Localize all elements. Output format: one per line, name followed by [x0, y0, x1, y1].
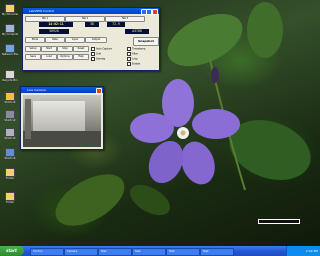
timestamp-checkbox[interactable]: Timestamp — [127, 47, 145, 51]
overlay-checkbox[interactable]: Overlay — [91, 57, 105, 61]
clock[interactable]: 2:02 PM — [306, 249, 318, 253]
computer-icon — [5, 24, 15, 33]
network-icon — [5, 44, 15, 53]
folder-icon — [5, 192, 15, 201]
filter-checkbox[interactable]: Filter — [127, 52, 138, 56]
desktop-icon-label: Shortcut — [4, 137, 16, 140]
desktop-icon-label: Folder — [5, 177, 14, 180]
camera-feed-window-view — [33, 101, 85, 131]
help-button[interactable]: Help — [73, 54, 89, 60]
desktop-icon[interactable]: Shortcut — [2, 92, 18, 110]
shortcut-icon — [5, 110, 15, 119]
folder-icon — [5, 168, 15, 177]
desktop-icon[interactable]: Shortcut — [2, 148, 18, 166]
camera-window-titlebar[interactable]: Live Camera — [21, 87, 103, 94]
close-icon[interactable] — [96, 88, 102, 94]
shortcut-icon — [5, 128, 15, 137]
desktop-icon[interactable]: Folder — [2, 192, 18, 210]
readout-c: 56928 — [39, 29, 69, 34]
desktop-icon-label: Network Places — [2, 53, 18, 56]
taskbar-button-control[interactable]: Control — [30, 248, 64, 256]
control-window[interactable]: LabVIEW Control Tab 1 Tab 2 Tab 3 14:02:… — [22, 7, 160, 71]
mode-select[interactable]: Mode — [25, 37, 45, 43]
load-button[interactable]: Load — [41, 54, 57, 60]
desktop-icon[interactable]: My Computer — [2, 24, 18, 42]
input-select[interactable]: Input — [65, 37, 85, 43]
control-window-titlebar[interactable]: LabVIEW Control — [23, 8, 159, 15]
desktop-icon[interactable]: My Documents — [2, 4, 18, 22]
options-button[interactable]: Options — [57, 54, 73, 60]
camera-window[interactable]: Live Camera — [20, 86, 104, 150]
recycle-bin-icon — [5, 70, 15, 79]
folder-icon — [5, 4, 15, 13]
readout-b: 72.9 — [107, 22, 125, 27]
reset-button[interactable]: Reset — [73, 46, 89, 52]
system-tray: 2:02 PM — [286, 246, 320, 256]
desktop-icon[interactable]: Folder — [2, 168, 18, 186]
stop-button[interactable]: Stop — [57, 46, 73, 52]
taskbar: start Control Camera Task Task Task Task… — [0, 246, 320, 256]
desktop-icon[interactable]: Network Places — [2, 44, 18, 62]
desktop-icon-label: My Computer — [2, 33, 18, 36]
auto-capture-checkbox[interactable]: Auto Capture — [91, 47, 112, 51]
readout-d: A3788 — [125, 29, 149, 34]
readout-a: 38 — [85, 22, 99, 27]
desktop-icon[interactable]: Shortcut — [2, 128, 18, 146]
snapshot-button[interactable]: Snapshot — [133, 37, 159, 46]
taskbar-button[interactable]: Task — [166, 248, 200, 256]
save-button[interactable]: Save — [25, 54, 41, 60]
taskbar-button-camera[interactable]: Camera — [64, 248, 98, 256]
time-display: 14:02:11 — [39, 22, 73, 27]
loop-checkbox[interactable]: Loop — [127, 57, 138, 61]
shortcut-icon — [5, 92, 15, 101]
desktop-icon[interactable]: Shortcut — [2, 110, 18, 128]
camera-feed-door-frame — [25, 99, 31, 139]
setup-button[interactable]: Setup — [25, 46, 41, 52]
rate-select[interactable]: Rate — [45, 37, 65, 43]
taskbar-button[interactable]: Task — [132, 248, 166, 256]
start-button[interactable]: Start — [41, 46, 57, 52]
desktop-icon-label: Folder — [5, 201, 14, 204]
taskbar-button[interactable]: Task — [200, 248, 234, 256]
desktop-icon-label: Recycle Bin — [2, 79, 18, 82]
desktop-icon-label: Shortcut — [4, 101, 16, 104]
desktop-icon-label: Shortcut — [4, 119, 16, 122]
grid-checkbox[interactable]: Grid — [91, 52, 101, 56]
output-select[interactable]: Output — [85, 37, 107, 43]
desktop: My Documents My Computer Network Places … — [0, 0, 320, 246]
close-icon[interactable] — [152, 9, 158, 15]
enable-checkbox[interactable]: Enable — [127, 62, 140, 66]
camera-feed-floor — [23, 131, 101, 147]
control-window-title: LabVIEW Control — [29, 9, 55, 13]
taskbar-button[interactable]: Task — [98, 248, 132, 256]
start-button[interactable]: start — [0, 246, 24, 256]
camera-window-title: Live Camera — [27, 88, 46, 92]
shortcut-icon — [5, 148, 15, 157]
camera-feed — [23, 95, 101, 147]
desktop-icon-label: My Documents — [2, 13, 18, 16]
desktop-icon-label: Shortcut — [4, 157, 16, 160]
desktop-icon[interactable]: Recycle Bin — [2, 70, 18, 88]
